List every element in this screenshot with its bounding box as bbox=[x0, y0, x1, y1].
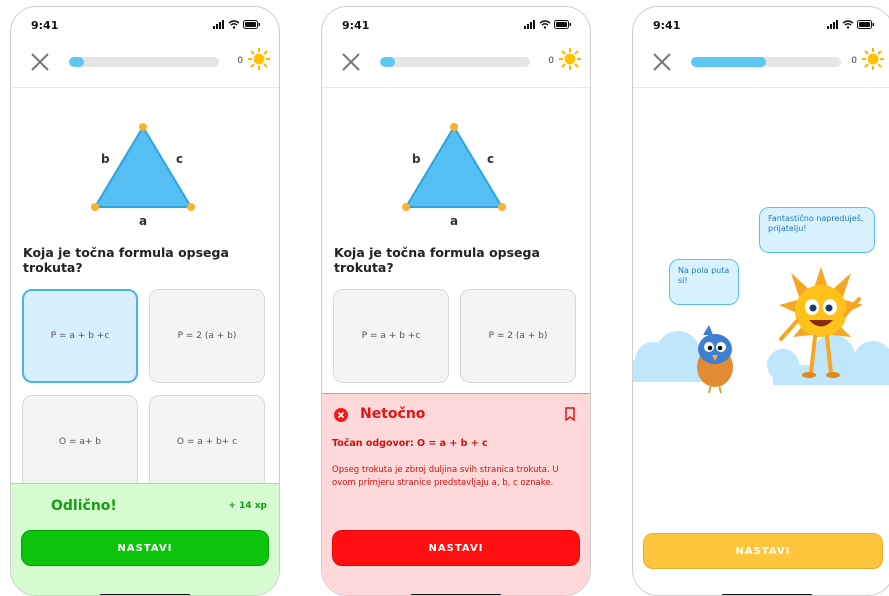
side-c-label: c bbox=[487, 152, 494, 166]
xp-badge: + 14 xp bbox=[228, 501, 267, 511]
lesson-progress-bar bbox=[691, 57, 841, 67]
screen-halfway: 9:41 0 Fantastično napreduješ, prijatelj… bbox=[632, 6, 889, 596]
bird-mascot bbox=[697, 325, 733, 394]
sun-icon bbox=[559, 48, 581, 70]
lesson-topbar: 0 bbox=[11, 45, 279, 81]
sun-icon bbox=[248, 48, 270, 70]
side-a-label: a bbox=[450, 214, 458, 225]
close-icon[interactable] bbox=[29, 51, 51, 73]
question-text: Koja je točna formula opsega trokuta? bbox=[334, 245, 540, 275]
battery-icon bbox=[243, 20, 260, 29]
status-icons bbox=[827, 20, 875, 29]
answer-option-1[interactable]: P = a + b +c bbox=[22, 289, 138, 383]
status-bar: 9:41 bbox=[31, 19, 261, 33]
status-time: 9:41 bbox=[31, 19, 59, 32]
wifi-icon bbox=[228, 20, 240, 29]
vertex-top bbox=[450, 123, 458, 131]
vertex-left bbox=[402, 203, 410, 211]
side-b-label: b bbox=[412, 152, 421, 166]
side-c-label: c bbox=[176, 152, 183, 166]
status-time: 9:41 bbox=[342, 19, 370, 32]
answer-option-1[interactable]: P = a + b +c bbox=[333, 289, 449, 383]
divider bbox=[11, 87, 279, 88]
screen-correct: 9:41 0 b c a Koja je točna formula opseg… bbox=[10, 6, 280, 596]
triangle-diagram: b c a bbox=[91, 123, 195, 225]
question-text: Koja je točna formula opsega trokuta? bbox=[23, 245, 229, 275]
answer-option-3[interactable]: O = a+ b bbox=[22, 395, 138, 489]
vertex-top bbox=[139, 123, 147, 131]
vertex-right bbox=[498, 203, 506, 211]
signal-icon bbox=[213, 20, 224, 29]
vertex-left bbox=[91, 203, 99, 211]
answer-option-4[interactable]: O = a + b+ c bbox=[149, 395, 265, 489]
status-icons bbox=[213, 20, 261, 29]
speech-bubble-sun: Fantastično napreduješ, prijatelju! bbox=[759, 207, 875, 253]
lesson-progress-bar bbox=[69, 57, 219, 67]
correct-answer-text: Točan odgovor: O = a + b + c bbox=[332, 438, 488, 449]
sun-points: 0 bbox=[851, 56, 857, 66]
continue-button[interactable]: NASTAVI bbox=[643, 533, 883, 569]
battery-icon bbox=[857, 20, 874, 29]
close-icon[interactable] bbox=[651, 51, 673, 73]
error-icon bbox=[334, 408, 348, 422]
sun-points: 0 bbox=[237, 56, 243, 66]
status-bar: 9:41 bbox=[342, 19, 572, 33]
wifi-icon bbox=[842, 20, 854, 29]
status-bar: 9:41 bbox=[653, 19, 875, 33]
signal-icon bbox=[524, 20, 535, 29]
lesson-progress-bar bbox=[380, 57, 530, 67]
divider bbox=[633, 87, 889, 88]
feedback-title: Odlično! bbox=[51, 498, 117, 514]
answer-option-2[interactable]: P = 2 (a + b) bbox=[460, 289, 576, 383]
signal-icon bbox=[827, 20, 838, 29]
explanation-text: Opseg trokuta je zbroj duljina svih stra… bbox=[332, 465, 559, 488]
vertex-right bbox=[187, 203, 195, 211]
bookmark-icon[interactable] bbox=[564, 407, 576, 421]
sun-icon bbox=[862, 48, 884, 70]
wifi-icon bbox=[539, 20, 551, 29]
sun-points: 0 bbox=[548, 56, 554, 66]
continue-button[interactable]: NASTAVI bbox=[332, 530, 580, 566]
lesson-topbar: 0 bbox=[322, 45, 590, 81]
divider bbox=[322, 87, 590, 88]
feedback-sheet-correct: Odlično! + 14 xp NASTAVI bbox=[11, 483, 279, 595]
battery-icon bbox=[554, 20, 571, 29]
status-time: 9:41 bbox=[653, 19, 681, 32]
close-icon[interactable] bbox=[340, 51, 362, 73]
continue-button[interactable]: NASTAVI bbox=[21, 530, 269, 566]
feedback-title: Netočno bbox=[360, 406, 426, 422]
status-icons bbox=[524, 20, 572, 29]
mascot-scene bbox=[633, 267, 889, 394]
side-b-label: b bbox=[101, 152, 110, 166]
screen-incorrect: 9:41 0 b c a Koja je točna formula opseg… bbox=[321, 6, 591, 596]
feedback-sheet-incorrect: Netočno Točan odgovor: O = a + b + c Ops… bbox=[322, 393, 590, 595]
side-a-label: a bbox=[139, 214, 147, 225]
answer-option-2[interactable]: P = 2 (a + b) bbox=[149, 289, 265, 383]
lesson-topbar: 0 bbox=[633, 45, 889, 81]
triangle-diagram: b c a bbox=[402, 123, 506, 225]
